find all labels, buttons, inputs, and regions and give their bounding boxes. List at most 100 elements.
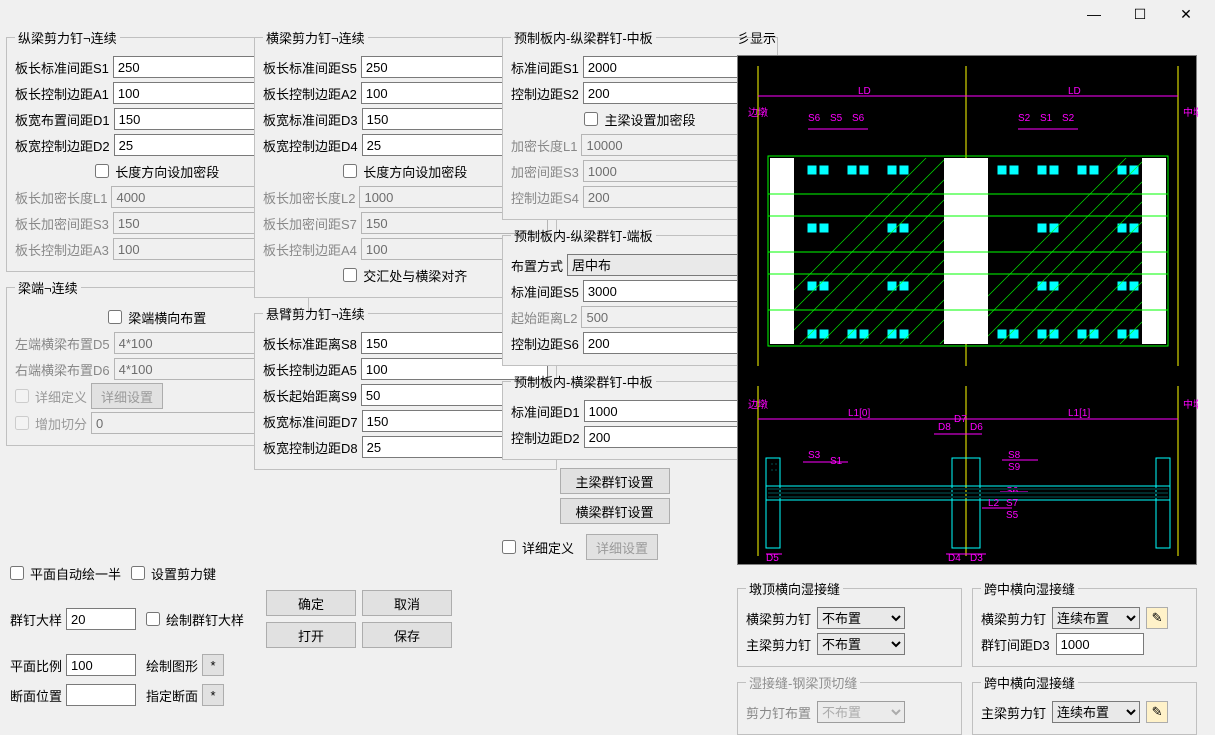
l1-label: 板长加密长度L1 (15, 188, 107, 207)
column-1: 纵梁剪力钉¬连续 板长标准间距S1 板长控制边距A1 板宽布置间距D1 板宽控制… (6, 28, 244, 446)
length-densify-checkbox-2[interactable]: 长度方向设加密段 (343, 162, 467, 181)
group-title: 跨中横向湿接缝 (981, 673, 1078, 692)
draw-figure-label: 绘制图形 (146, 656, 198, 675)
svg-text:LD: LD (1068, 86, 1081, 97)
d5-label: 左端横梁布置D5 (15, 334, 110, 353)
cancel-button[interactable]: 取消 (362, 590, 452, 616)
group-pier-top-wet-joint: 墩顶横向湿接缝 横梁剪力钉 不布置 主梁剪力钉 不布置 (737, 579, 962, 667)
length-densify-checkbox[interactable]: 长度方向设加密段 (95, 162, 219, 181)
close-button[interactable]: ✕ (1163, 1, 1209, 27)
svg-text:D4: D4 (948, 553, 961, 564)
svg-text:S3: S3 (808, 450, 821, 461)
group-title: 预制板内-横梁群钉-中板 (511, 372, 656, 391)
open-button[interactable]: 打开 (266, 622, 356, 648)
a1-label: 板长控制边距A1 (15, 84, 109, 103)
p-l2-label: 起始距离L2 (511, 308, 577, 327)
main-beam-densify-checkbox[interactable]: 主梁设置加密段 (584, 110, 695, 129)
group-stud-sample-label: 群钉大样 (10, 610, 62, 629)
d6-label: 右端横梁布置D6 (15, 360, 110, 379)
d1-label: 板宽布置间距D1 (15, 110, 110, 129)
d7-label: 板宽标准间距D7 (263, 412, 358, 431)
a2-label: 板长控制边距A2 (263, 84, 357, 103)
diagram-title: 彡显示 (737, 28, 1197, 47)
pier-cross-select[interactable]: 不布置 (817, 607, 905, 629)
svg-text:S1: S1 (1040, 113, 1053, 124)
group-midspan-wet-joint-2: 跨中横向湿接缝 主梁剪力钉 连续布置 ✎ (972, 673, 1197, 735)
svg-text:边墩: 边墩 (748, 106, 768, 119)
group-title: 预制板内-纵梁群钉-端板 (511, 226, 656, 245)
right-bottom-grid: 墩顶横向湿接缝 横梁剪力钉 不布置 主梁剪力钉 不布置 跨中横向湿接缝 横梁剪力… (737, 579, 1197, 735)
l2-label: 板长加密长度L2 (263, 188, 355, 207)
align-crossbeam-checkbox[interactable]: 交汇处与横梁对齐 (343, 266, 467, 285)
d2-label: 板宽控制边距D2 (15, 136, 110, 155)
span-main-label: 主梁剪力钉 (981, 703, 1046, 722)
group-title: 纵梁剪力钉¬连续 (15, 28, 120, 47)
cross-beam-group-settings-button[interactable]: 横梁群钉设置 (560, 498, 670, 524)
add-split-checkbox: 增加切分 (15, 414, 87, 433)
shear-key-checkbox[interactable]: 设置剪力键 (131, 564, 216, 583)
diagram-preview: 边墩 LD LD 中墩 S6S5S6 S2S1S2 (737, 55, 1197, 565)
specify-section-button[interactable]: * (202, 684, 224, 706)
half-plan-checkbox[interactable]: 平面自动绘一半 (10, 564, 121, 583)
p-s6-label: 控制边距S6 (511, 334, 579, 353)
svg-text:LD: LD (858, 86, 871, 97)
p-s5-label: 标准间距S5 (511, 282, 579, 301)
beam-end-transverse-checkbox[interactable]: 梁端横向布置 (108, 308, 206, 327)
minimize-button[interactable]: — (1071, 1, 1117, 27)
detail-settings-button-2: 详细设置 (586, 534, 658, 560)
group-title: 悬臂剪力钉¬连续 (263, 304, 368, 323)
pier-main-select[interactable]: 不布置 (817, 633, 905, 655)
s1-label: 板长标准间距S1 (15, 58, 109, 77)
group-title: 横梁剪力钉¬连续 (263, 28, 368, 47)
svg-text:S6: S6 (808, 113, 821, 124)
svg-text:D5: D5 (766, 553, 779, 564)
column-2: 横梁剪力钉¬连续 板长标准间距S5 板长控制边距A2 板宽标准间距D3 板宽控制… (254, 28, 492, 470)
group-title: 跨中横向湿接缝 (981, 579, 1078, 598)
svg-text:S2: S2 (1018, 113, 1031, 124)
detail-define-checkbox-2[interactable]: 详细定义 (502, 538, 574, 557)
svg-text:S9: S9 (1008, 462, 1021, 473)
svg-text:L1[0]: L1[0] (848, 408, 870, 419)
maximize-button[interactable]: ☐ (1117, 1, 1163, 27)
draw-group-stud-checkbox[interactable]: 绘制群钉大样 (146, 610, 244, 629)
s9-label: 板长起始距离S9 (263, 386, 357, 405)
pier-main-label: 主梁剪力钉 (746, 635, 811, 654)
svg-text:L2: L2 (988, 498, 1000, 509)
a3-label: 板长控制边距A3 (15, 240, 109, 259)
svg-text:中墩: 中墩 (1183, 106, 1198, 119)
edit-icon[interactable]: ✎ (1146, 607, 1168, 629)
svg-text:D7: D7 (954, 414, 967, 425)
s3-label: 板长加密间距S3 (15, 214, 109, 233)
svg-text:S8: S8 (1008, 450, 1021, 461)
t-d2-label: 控制边距D2 (511, 428, 580, 447)
svg-text:S2: S2 (1062, 113, 1075, 124)
s7-label: 板长加密间距S7 (263, 214, 357, 233)
svg-text:S5: S5 (830, 113, 843, 124)
span-cross-select[interactable]: 连续布置 (1052, 607, 1140, 629)
detail-settings-button: 详细设置 (91, 383, 163, 409)
draw-figure-button[interactable]: * (202, 654, 224, 676)
arrange-label: 布置方式 (511, 256, 563, 275)
svg-text:D3: D3 (970, 553, 983, 564)
group-wet-joint-steel-top: 湿接缝-钢梁顶切缝 剪力钉布置 不布置 (737, 673, 962, 735)
svg-text:边墩: 边墩 (748, 398, 768, 411)
section-pos-input[interactable] (66, 684, 136, 706)
svg-text:S5: S5 (1006, 510, 1019, 521)
ok-button[interactable]: 确定 (266, 590, 356, 616)
main-beam-group-settings-button[interactable]: 主梁群钉设置 (560, 468, 670, 494)
save-button[interactable]: 保存 (362, 622, 452, 648)
d8-label: 板宽控制边距D8 (263, 438, 358, 457)
p-s2-label: 控制边距S2 (511, 84, 579, 103)
span-d3-label: 群钉间距D3 (981, 635, 1050, 654)
t-d1-label: 标准间距D1 (511, 402, 580, 421)
p-l1-label: 加密长度L1 (511, 136, 577, 155)
plan-scale-input[interactable] (66, 654, 136, 676)
span-d3-input[interactable] (1056, 633, 1144, 655)
d4-label: 板宽控制边距D4 (263, 136, 358, 155)
group-stud-sample-input[interactable] (66, 608, 136, 630)
bottom-bar: 平面自动绘一半 设置剪力键 群钉大样 绘制群钉大样 确定 取消 打开 保存 平面… (10, 556, 500, 712)
a4-label: 板长控制边距A4 (263, 240, 357, 259)
column-3: 预制板内-纵梁群钉-中板 标准间距S1 控制边距S2 主梁设置加密段 加密长度L… (502, 28, 727, 562)
s5-label: 板长标准间距S5 (263, 58, 357, 77)
app-window: — ☐ ✕ 纵梁剪力钉¬连续 板长标准间距S1 板长控制边距A1 板宽布置间距D… (0, 0, 1215, 720)
